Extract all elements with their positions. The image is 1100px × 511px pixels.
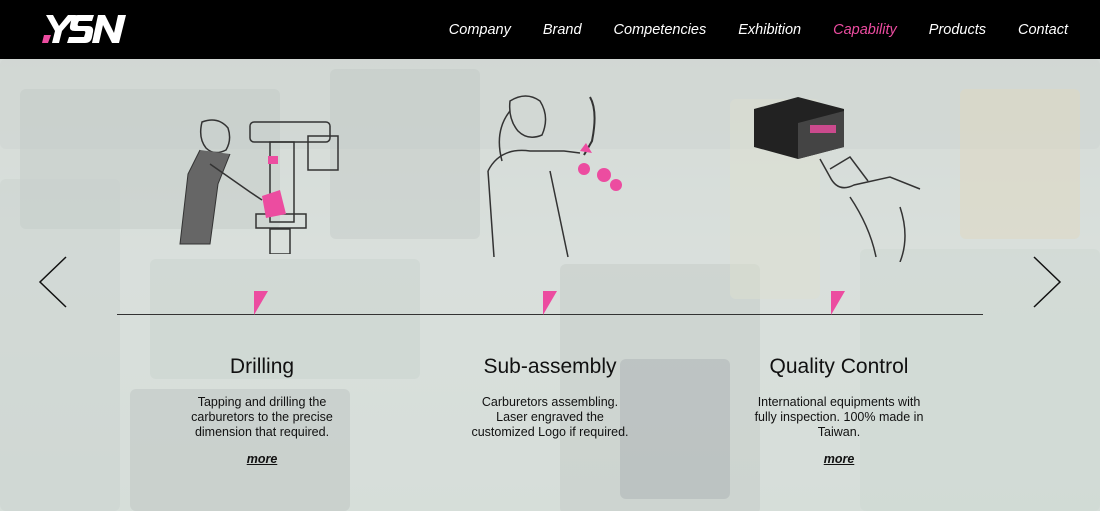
nav-exhibition[interactable]: Exhibition xyxy=(738,22,801,38)
chevron-left-icon xyxy=(38,256,67,308)
chevron-right-icon xyxy=(1033,256,1062,308)
timeline-marker-icon xyxy=(543,291,557,315)
inspection-equipment-illustration xyxy=(754,97,921,262)
nav-contact[interactable]: Contact xyxy=(1018,22,1068,38)
more-link[interactable]: more xyxy=(247,452,278,466)
prev-slide-button[interactable] xyxy=(38,255,68,309)
assembly-worker-illustration xyxy=(487,95,622,258)
next-slide-button[interactable] xyxy=(1032,255,1062,309)
nav-products[interactable]: Products xyxy=(929,22,986,38)
main-nav: Company Brand Competencies Exhibition Ca… xyxy=(449,0,1100,59)
step-description: Carburetors assembling. Laser engraved t… xyxy=(471,395,629,439)
step-sub-assembly: Sub-assembly Carburetors assembling. Las… xyxy=(450,355,650,440)
step-description: International equipments with fully insp… xyxy=(754,395,924,439)
more-link[interactable]: more xyxy=(824,452,855,466)
header-bar: Company Brand Competencies Exhibition Ca… xyxy=(0,0,1100,59)
timeline-marker-icon xyxy=(254,291,268,315)
step-quality-control: Quality Control International equipments… xyxy=(739,355,939,468)
nav-brand[interactable]: Brand xyxy=(543,22,582,38)
drill-press-worker-illustration xyxy=(179,119,339,254)
ysn-logo[interactable] xyxy=(42,13,128,45)
step-description: Tapping and drilling the carburetors to … xyxy=(191,395,333,439)
nav-capability[interactable]: Capability xyxy=(833,22,897,38)
nav-competencies[interactable]: Competencies xyxy=(614,22,707,38)
step-title: Drilling xyxy=(229,355,295,378)
step-title: Sub-assembly xyxy=(483,355,617,378)
step-title: Quality Control xyxy=(769,355,909,378)
timeline-marker-icon xyxy=(831,291,845,315)
nav-company[interactable]: Company xyxy=(449,22,511,38)
step-drilling: Drilling Tapping and drilling the carbur… xyxy=(162,355,362,468)
capability-slider: Drilling Tapping and drilling the carbur… xyxy=(0,59,1100,511)
